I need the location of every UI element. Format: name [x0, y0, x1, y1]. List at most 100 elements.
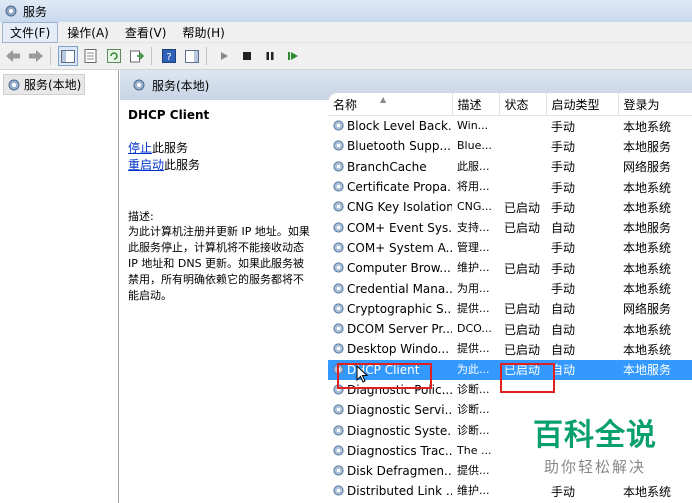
service-desc-cell: 管理... [457, 240, 490, 254]
forward-button[interactable] [26, 46, 46, 66]
service-startup-cell: 自动 [551, 302, 576, 317]
service-gear-icon [333, 323, 344, 334]
mouse-cursor-icon [356, 365, 368, 383]
service-name-cell: COM+ Event Sys... [328, 217, 452, 237]
service-name-cell: Diagnostic Syste... [328, 420, 452, 440]
service-name-cell: Credential Mana... [328, 278, 452, 298]
service-name: Certificate Propa... [347, 180, 452, 195]
action-pane-button[interactable] [182, 46, 202, 66]
service-desc-cell: 提供... [457, 301, 490, 315]
service-startup-cell: 手动 [551, 139, 576, 154]
service-gear-icon [333, 343, 344, 355]
service-startup-cell: 手动 [551, 119, 576, 134]
menu-action[interactable]: 操作(A) [60, 23, 116, 42]
table-row[interactable]: Bluetooth Supp... Blue... 手动 本地服务 [328, 136, 692, 156]
menu-view[interactable]: 查看(V) [118, 23, 174, 42]
service-gear-icon [333, 445, 344, 456]
pause-service-button[interactable] [260, 46, 280, 66]
show-tree-button[interactable] [58, 46, 78, 66]
column-header-description[interactable]: 描述 [452, 93, 500, 116]
table-row[interactable]: DCOM Server Pr... DCO... 已启动 自动 本地系统 [328, 319, 692, 339]
console-tree: 服务(本地) [0, 70, 119, 503]
service-status-cell [499, 481, 546, 501]
highlight-box-status [500, 363, 555, 393]
properties-button[interactable] [81, 46, 101, 66]
export-list-button[interactable] [127, 46, 147, 66]
tree-item-label: 服务(本地) [24, 78, 82, 92]
service-gear-icon [333, 161, 344, 172]
service-desc-cell: 诊断... [457, 423, 490, 437]
table-row[interactable]: Credential Mana... 为用... 手动 本地系统 [328, 278, 692, 298]
refresh-button[interactable] [104, 46, 124, 66]
restart-service-button[interactable] [283, 46, 303, 66]
service-desc-cell: 提供... [457, 342, 490, 356]
table-row[interactable]: COM+ System A... 管理... 手动 本地系统 [328, 238, 692, 258]
watermark-title: 百科全说 [533, 418, 657, 453]
service-description: 为此计算机注册并更新 IP 地址。如果 此服务停止，计算机将不能接收动态 IP … [128, 224, 324, 304]
table-row[interactable]: Desktop Windo... 提供... 已启动 自动 本地系统 [328, 339, 692, 359]
service-logon-cell: 本地系统 [623, 261, 672, 276]
tree-item-services-local[interactable]: 服务(本地) [3, 74, 86, 95]
service-gear-icon [333, 120, 344, 131]
service-name-cell: Distributed Link ... [328, 481, 452, 501]
stop-service-button[interactable] [237, 46, 257, 66]
table-row[interactable]: CNG Key Isolation CNG... 已启动 手动 本地系统 [328, 197, 692, 217]
service-status-cell: 已启动 [504, 261, 541, 276]
service-startup-cell: 手动 [551, 261, 576, 276]
service-name-cell: Disk Defragmen... [328, 461, 452, 481]
service-logon-cell: 网络服务 [623, 302, 672, 317]
service-status-cell: 已启动 [504, 221, 541, 236]
service-desc-cell: 支持... [457, 220, 490, 234]
refresh-icon [107, 49, 121, 63]
help-button[interactable]: ? [159, 46, 179, 66]
table-row[interactable]: Block Level Back... Win... 手动 本地系统 [328, 116, 692, 137]
service-status-cell [499, 177, 546, 197]
start-service-button[interactable] [214, 46, 234, 66]
service-desc-cell: 此服... [457, 159, 490, 173]
service-gear-icon [333, 485, 344, 497]
arrow-left-icon [6, 50, 20, 62]
stop-service-link[interactable]: 停止 [128, 141, 152, 155]
service-startup-cell: 自动 [551, 342, 576, 357]
service-gear-icon [333, 140, 344, 152]
service-name-cell: Certificate Propa... [328, 177, 452, 197]
service-logon-cell: 本地系统 [623, 282, 672, 297]
description-line: 此服务停止，计算机将不能接收动态 [128, 241, 304, 254]
menu-help[interactable]: 帮助(H) [175, 23, 231, 42]
selected-service-name: DHCP Client [128, 108, 210, 122]
table-row[interactable]: BranchCache 此服... 手动 网络服务 [328, 157, 692, 177]
services-gear-icon [8, 79, 20, 90]
service-name-cell: Diagnostics Trac... [328, 441, 452, 461]
service-detail-panel: DHCP Client 停止此服务 重启动此服务 描述: 为此计算机注册并更新 … [128, 108, 326, 304]
title-bar: 服务 [0, 0, 692, 22]
table-row[interactable]: Distributed Link ... 维护... 手动 本地系统 [328, 481, 692, 501]
restart-icon [288, 52, 298, 60]
column-header-log-on-as[interactable]: 登录为 [618, 93, 692, 116]
column-header-name[interactable]: 名称 ▲ [328, 93, 453, 116]
service-name-cell: DCOM Server Pr... [328, 319, 452, 339]
service-desc-cell: 诊断... [457, 383, 490, 396]
description-line: 禁用，所有明确依赖它的服务都将不 [128, 273, 304, 286]
column-header-status[interactable]: 状态 [499, 93, 547, 116]
service-logon-cell: 本地系统 [623, 241, 672, 256]
service-logon-cell: 本地服务 [618, 359, 692, 380]
service-desc-cell: 诊断... [457, 403, 490, 417]
service-gear-icon [333, 465, 344, 476]
service-name: CNG Key Isolation [347, 200, 452, 215]
table-row[interactable]: Certificate Propa... 将用... 手动 本地系统 [328, 177, 692, 197]
menu-file[interactable]: 文件(F) [2, 21, 59, 43]
service-desc-cell: Win... [457, 119, 489, 133]
service-name: Distributed Link ... [347, 484, 452, 499]
table-row[interactable]: COM+ Event Sys... 支持... 已启动 自动 本地服务 [328, 217, 692, 237]
service-gear-icon [333, 404, 344, 415]
service-name-cell: COM+ System A... [328, 238, 452, 258]
service-logon-cell: 网络服务 [623, 160, 672, 175]
service-status-cell [499, 116, 546, 137]
back-button[interactable] [3, 46, 23, 66]
column-header-startup-type[interactable]: 启动类型 [546, 93, 619, 116]
service-status-cell: 已启动 [504, 200, 541, 215]
restart-service-link[interactable]: 重启动 [128, 158, 164, 172]
service-status-cell: 已启动 [504, 302, 541, 317]
table-row[interactable]: Computer Brow... 维护... 已启动 手动 本地系统 [328, 258, 692, 278]
table-row[interactable]: Cryptographic S... 提供... 已启动 自动 网络服务 [328, 299, 692, 319]
